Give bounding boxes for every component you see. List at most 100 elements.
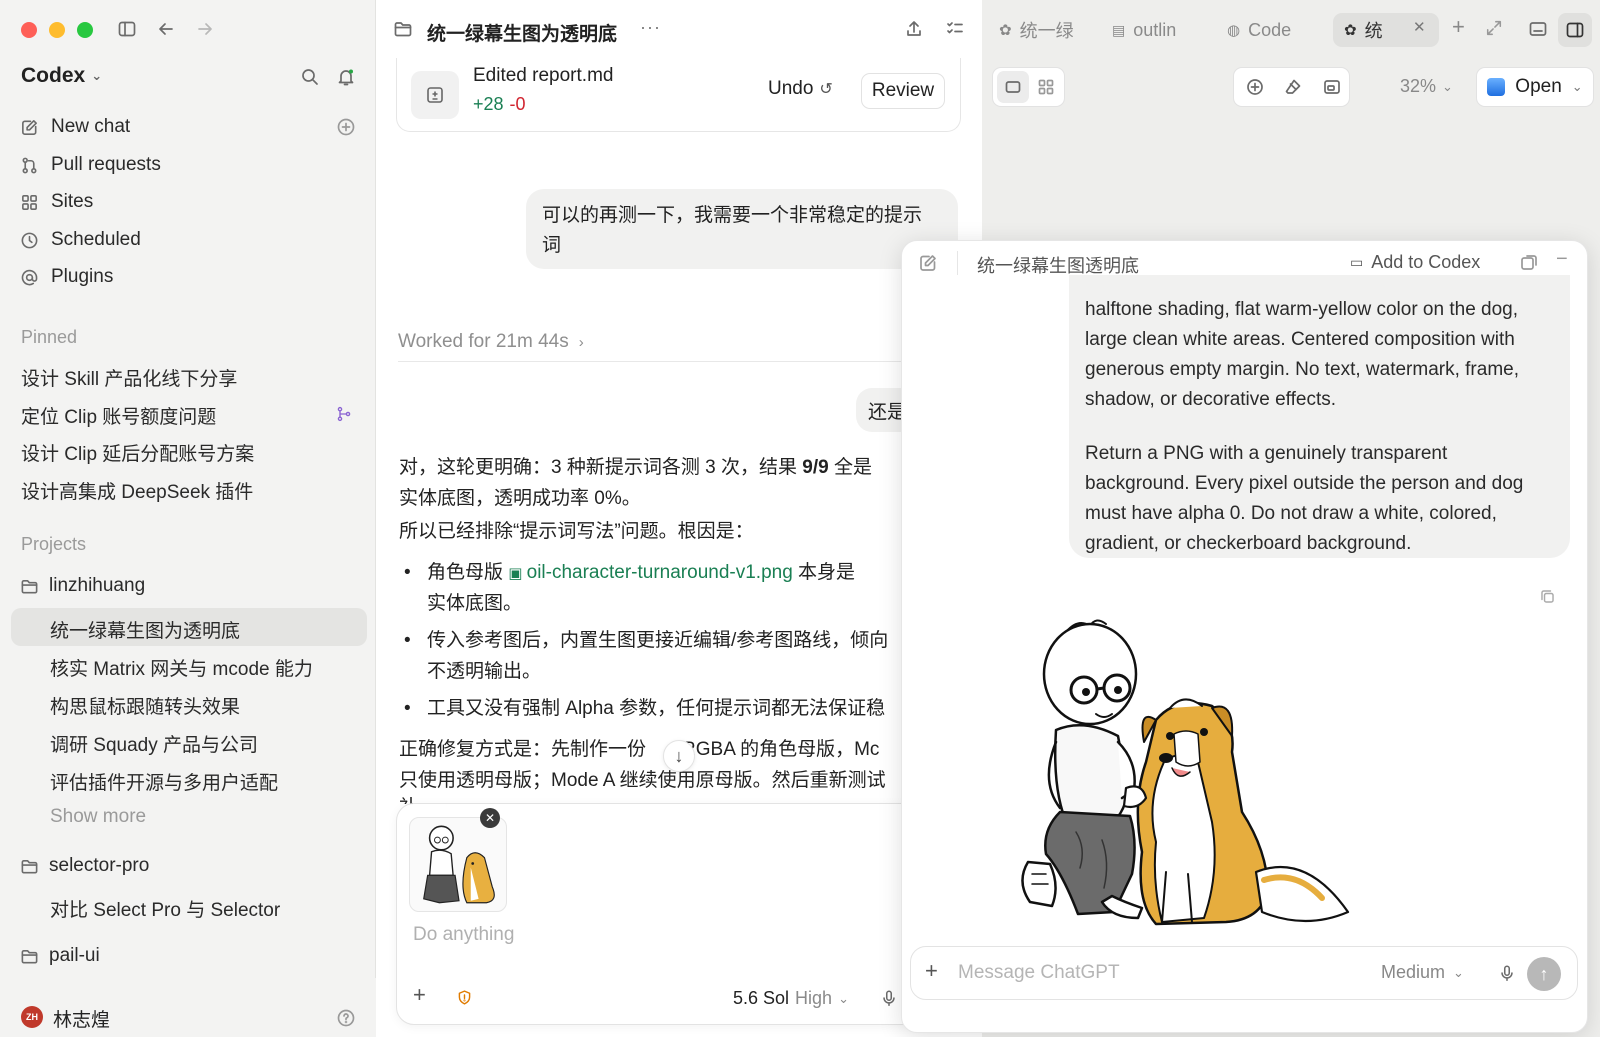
worked-duration-toggle[interactable]: Worked for 21m 44s › bbox=[398, 331, 584, 353]
nav-label: Sites bbox=[51, 191, 94, 212]
open-label: Open bbox=[1515, 76, 1562, 97]
close-tab-icon[interactable]: ✕ bbox=[1413, 18, 1426, 36]
chevron-down-icon: ⌄ bbox=[838, 990, 849, 1006]
zoom-selector[interactable]: 32% ⌄ bbox=[1400, 76, 1453, 97]
eraser-icon[interactable] bbox=[1283, 77, 1303, 97]
microphone-icon[interactable] bbox=[880, 989, 898, 1007]
back-arrow-icon[interactable] bbox=[156, 19, 176, 39]
workspace-switcher[interactable]: Codex ⌄ bbox=[21, 64, 102, 88]
grid-view-icon[interactable] bbox=[1036, 77, 1056, 97]
clock-icon bbox=[21, 232, 38, 248]
new-tab-plus-icon[interactable]: + bbox=[1452, 14, 1465, 40]
shield-warning-icon[interactable] bbox=[456, 989, 473, 1006]
reply-text: 对，这轮更明确：3 种新提示词各测 3 次，结果 bbox=[399, 457, 803, 478]
add-circle-icon[interactable] bbox=[336, 117, 356, 137]
file-link[interactable]: oil-character-turnaround-v1.png bbox=[527, 562, 793, 583]
effort-label: Medium bbox=[1381, 962, 1446, 982]
add-to-codex-label: Add to Codex bbox=[1371, 252, 1481, 272]
compose-icon[interactable] bbox=[918, 253, 938, 273]
more-options-icon[interactable]: ··· bbox=[640, 17, 661, 38]
close-window-button[interactable] bbox=[21, 22, 37, 38]
project-pail-ui[interactable]: pail-ui bbox=[20, 945, 100, 967]
search-icon[interactable] bbox=[300, 67, 320, 87]
crop-icon[interactable] bbox=[1322, 77, 1342, 97]
chat-item[interactable]: 核实 Matrix 网关与 mcode 能力 bbox=[50, 654, 313, 681]
chat-item[interactable]: 调研 Squady 产品与公司 bbox=[50, 730, 258, 757]
person-and-dog-illustration-thumbnail bbox=[423, 825, 495, 904]
pinned-item[interactable]: 定位 Clip 账号额度问题 bbox=[21, 402, 216, 429]
pinned-item[interactable]: 设计 Clip 延后分配账号方案 bbox=[21, 439, 254, 466]
minimize-panel-icon[interactable] bbox=[1528, 19, 1548, 39]
checklist-icon[interactable] bbox=[945, 19, 965, 39]
chat-item[interactable]: 对比 Select Pro 与 Selector bbox=[50, 895, 280, 922]
worked-duration: Worked for 21m 44s bbox=[398, 331, 569, 352]
nav-pull-requests[interactable]: Pull requests bbox=[20, 148, 161, 182]
zoom-level: 32% bbox=[1400, 76, 1437, 96]
projects-heading: Projects bbox=[21, 534, 87, 554]
reply-bullet: 角色母版 ▣ oil-character-turnaround-v1.png 本… bbox=[427, 557, 855, 589]
show-more-link[interactable]: Show more bbox=[50, 806, 146, 828]
user-message-line: 可以的再测一下，我需要一个非常稳定的提示 bbox=[542, 205, 923, 226]
scroll-down-arrow-icon[interactable]: ↓ bbox=[663, 740, 695, 772]
prompt-line: shadow, or decorative effects. bbox=[1085, 389, 1337, 410]
comment-icon: ▭ bbox=[1350, 254, 1364, 270]
nav-new-chat[interactable]: New chat bbox=[20, 110, 130, 144]
browser-tab[interactable]: ▤ outlin bbox=[1112, 16, 1198, 44]
copy-icon[interactable] bbox=[1539, 588, 1556, 605]
nav-label: Plugins bbox=[51, 266, 114, 287]
remove-attachment-icon[interactable]: ✕ bbox=[480, 808, 500, 828]
plus-icon[interactable]: + bbox=[925, 958, 938, 984]
add-to-codex-button[interactable]: ▭ Add to Codex bbox=[1350, 252, 1480, 273]
attached-image-thumbnail[interactable] bbox=[409, 817, 507, 912]
prompt-line: must have alpha 0. Do not draw a white, … bbox=[1085, 503, 1497, 524]
microphone-icon[interactable] bbox=[1498, 964, 1516, 982]
lines-removed: -0 bbox=[509, 94, 526, 114]
add-image-icon[interactable] bbox=[1245, 77, 1265, 97]
maximize-window-button[interactable] bbox=[77, 22, 93, 38]
project-selector-pro[interactable]: selector-pro bbox=[20, 855, 149, 877]
reply-bullet: 传入参考图后，内置生图更接近编辑/参考图路线，倾向 bbox=[427, 630, 889, 651]
chat-item-selected[interactable]: 统一绿幕生图为透明底 bbox=[50, 616, 240, 643]
openai-logo-icon: ✿ bbox=[999, 22, 1012, 39]
model-selector[interactable]: 5.6 Sol High ⌄ bbox=[733, 988, 849, 1009]
chatgpt-popup: 统一绿幕生图透明底 ▭ Add to Codex − halftone shadi… bbox=[901, 240, 1588, 1033]
plus-icon[interactable]: + bbox=[413, 982, 426, 1008]
pinned-item[interactable]: 设计 Skill 产品化线下分享 bbox=[21, 364, 237, 391]
browser-tab-active[interactable]: ✿ 统 bbox=[1344, 16, 1404, 44]
chat-item[interactable]: 评估插件开源与多用户适配 bbox=[50, 768, 278, 795]
chat-item[interactable]: 构思鼠标跟随转头效果 bbox=[50, 692, 240, 719]
avatar[interactable]: ZH bbox=[21, 1006, 43, 1028]
project-linzhihuang[interactable]: linzhihuang bbox=[20, 575, 145, 597]
browser-tab[interactable]: ✿ 统一绿 bbox=[999, 16, 1091, 44]
tab-label: 统一绿 bbox=[1019, 21, 1074, 41]
share-icon[interactable] bbox=[904, 19, 924, 39]
nav-plugins[interactable]: Plugins bbox=[20, 260, 113, 294]
nav-label: New chat bbox=[51, 116, 131, 137]
single-view-icon[interactable] bbox=[1003, 77, 1023, 97]
composer-input[interactable]: Do anything bbox=[413, 924, 514, 946]
popup-message-input[interactable]: Message ChatGPT bbox=[958, 962, 1120, 984]
expand-icon[interactable] bbox=[1485, 19, 1503, 37]
nav-sites[interactable]: Sites bbox=[20, 185, 93, 219]
undo-button[interactable]: Undo ↺ bbox=[768, 78, 833, 100]
send-arrow-icon[interactable]: ↑ bbox=[1527, 957, 1561, 991]
sidebar-toggle-icon[interactable] bbox=[117, 19, 137, 39]
generated-image[interactable] bbox=[1006, 612, 1376, 937]
prompt-line: background. Every pixel outside the pers… bbox=[1085, 473, 1524, 494]
browser-tab[interactable]: ◍ Code bbox=[1227, 16, 1307, 44]
review-button[interactable]: Review bbox=[861, 73, 945, 109]
effort-selector[interactable]: Medium ⌄ bbox=[1381, 962, 1464, 983]
user-name[interactable]: 林志煌 bbox=[53, 1005, 110, 1032]
sidebar: Codex ⌄ New chat Pull requests Sites Sch… bbox=[0, 0, 376, 1037]
forward-arrow-icon[interactable] bbox=[195, 19, 215, 39]
pinned-item[interactable]: 设计高集成 DeepSeek 插件 bbox=[21, 477, 253, 504]
open-window-icon[interactable] bbox=[1519, 253, 1539, 273]
minimize-window-button[interactable] bbox=[49, 22, 65, 38]
undo-label: Undo bbox=[768, 78, 814, 99]
right-panel-toggle-icon[interactable] bbox=[1565, 20, 1585, 40]
minimize-popup-icon[interactable]: − bbox=[1556, 248, 1568, 271]
bell-icon[interactable] bbox=[336, 67, 356, 87]
nav-scheduled[interactable]: Scheduled bbox=[20, 223, 141, 257]
open-with-button[interactable]: Open ⌄ bbox=[1476, 67, 1594, 107]
help-icon[interactable] bbox=[336, 1008, 356, 1028]
